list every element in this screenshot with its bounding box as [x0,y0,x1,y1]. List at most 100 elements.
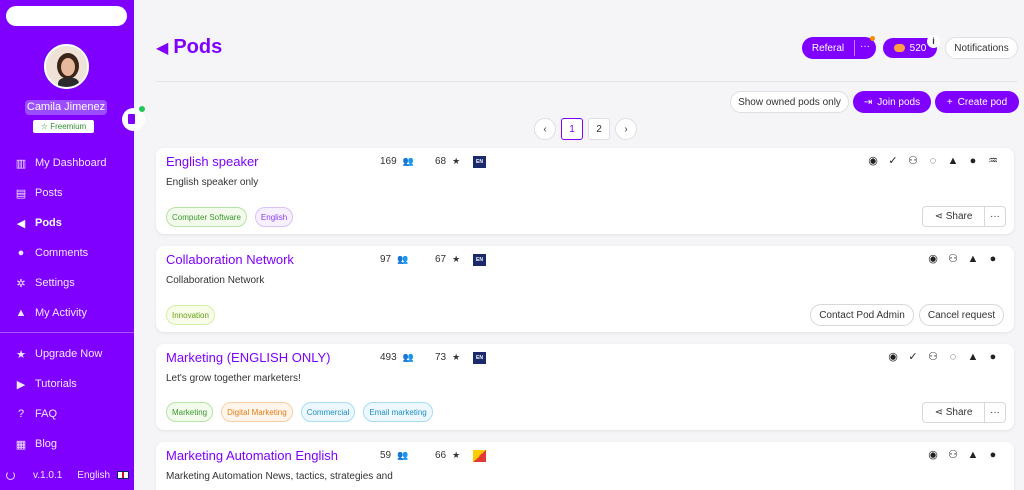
thumbs-up-icon[interactable]: ▲ [946,154,960,168]
sidebar-item-settings[interactable]: ✲ Settings [0,268,134,298]
sidebar-item-faq[interactable]: ? FAQ [0,399,134,429]
sidebar-item-label: FAQ [35,408,58,420]
show-owned-pods-button[interactable]: Show owned pods only [730,91,849,113]
info-icon[interactable]: i [927,35,940,48]
referral-more-button[interactable]: ··· [860,41,870,52]
referral-label: Referal [811,42,845,54]
thumbs-up-icon[interactable]: ▲ [966,252,980,266]
star-icon: ★ [452,450,461,460]
pod-members-count: 493 👥 [380,352,414,363]
pod-description: Marketing Automation News, tactics, stra… [166,471,393,482]
sidebar-item-tutorials[interactable]: ▶ Tutorials [0,369,134,399]
eye-icon[interactable]: ◉ [926,252,940,266]
check-icon[interactable]: ✓ [886,154,900,168]
pod-engagement-icons: ◉ ✓ ⚇ ◌ ▲ ● ♒ [866,154,1000,168]
comment-icon[interactable]: ● [966,154,980,168]
sidebar-search-input[interactable] [6,6,127,26]
sidebar-item-pods[interactable]: ◀ Pods [0,208,134,238]
chart-icon: ▥ [15,157,27,170]
pagination-page-2[interactable]: 2 [588,118,610,140]
pod-tags: Innovation [166,305,215,325]
pod-tags: Computer Software English [166,207,294,227]
stars-value: 67 [435,254,447,265]
more-options-button[interactable]: ··· [985,207,1005,226]
members-value: 169 [380,156,397,167]
user-check-icon[interactable]: ⚇ [926,350,940,364]
sidebar-item-upgrade[interactable]: ★ Upgrade Now [0,339,134,369]
tag: Innovation [166,305,215,325]
sidebar-item-comments[interactable]: ● Comments [0,238,134,268]
pod-title[interactable]: Marketing (ENGLISH ONLY) [166,350,330,365]
pagination-prev-button[interactable]: ‹ [534,118,556,140]
contact-pod-admin-button[interactable]: Contact Pod Admin [810,304,914,326]
tag: Email marketing [363,402,433,422]
cancel-request-button[interactable]: Cancel request [919,304,1004,326]
star-icon: ★ [452,352,461,362]
gear-icon: ✲ [16,277,26,290]
pod-card: Collaboration Network 97 👥 67 ★ EN Collabo… [156,246,1014,332]
members-value: 97 [380,254,392,265]
user-check-icon[interactable]: ⚇ [946,448,960,462]
notifications-button[interactable]: Notifications [945,37,1018,59]
comment-icon[interactable]: ● [986,252,1000,266]
pod-description: English speaker only [166,177,259,188]
pod-title[interactable]: Marketing Automation English [166,448,338,463]
pod-description: Let's grow together marketers! [166,373,301,384]
pod-stars-count: 67 ★ [435,254,460,265]
thumbs-up-icon[interactable]: ▲ [966,350,980,364]
pagination-page-1[interactable]: 1 [561,118,583,140]
share-label: Share [945,211,973,222]
pod-stars-count: 68 ★ [435,156,460,167]
sidebar-item-label: My Activity [35,307,87,319]
pod-title[interactable]: Collaboration Network [166,252,294,267]
sidebar-item-label: Blog [35,438,58,450]
share-label: Share [945,407,973,418]
pod-engagement-icons: ◉ ⚇ ▲ ● [926,448,1000,462]
check-icon[interactable]: ✓ [906,350,920,364]
clap-icon[interactable]: ♒ [986,154,1000,168]
eye-icon[interactable]: ◉ [866,154,880,168]
pod-title[interactable]: English speaker [166,154,259,169]
members-value: 59 [380,450,392,461]
sidebar: Camila Jimenez ☆ Freemium ▥ My Dashboard … [0,0,145,490]
sidebar-item-blog[interactable]: ▦ Blog [0,429,134,459]
header-divider [156,81,1018,82]
join-pods-button[interactable]: ⇥ Join pods [853,91,931,113]
comment-icon[interactable]: ● [986,350,1000,364]
star-icon: ★ [452,156,461,166]
plan-badge[interactable]: ☆ Freemium [33,120,94,133]
star-icon: ★ [16,348,26,361]
page-title: ◀ Pods [156,36,222,59]
sidebar-item-posts[interactable]: ▤ Posts [0,178,134,208]
reply-icon[interactable]: ◌ [946,350,960,364]
pagination-next-button[interactable]: › [615,118,637,140]
megaphone-icon: ◀ [16,217,26,230]
share-button[interactable]: ⋖ Share [923,207,985,226]
comment-icon[interactable]: ● [986,448,1000,462]
members-value: 493 [380,352,397,363]
tag: Digital Marketing [221,402,293,422]
more-options-button[interactable]: ··· [985,403,1005,422]
referral-button[interactable]: Referal ··· [802,37,876,59]
version-label: v.1.0.1 [33,469,63,481]
create-pod-button[interactable]: + Create pod [935,91,1019,113]
eye-icon[interactable]: ◉ [926,448,940,462]
language-selector[interactable]: English [77,470,110,481]
thumbs-up-icon[interactable]: ▲ [966,448,980,462]
pod-description: Collaboration Network [166,275,265,286]
eye-icon[interactable]: ◉ [886,350,900,364]
share-button[interactable]: ⋖ Share [923,403,985,422]
user-check-icon[interactable]: ⚇ [946,252,960,266]
pod-engagement-icons: ◉ ⚇ ▲ ● [926,252,1000,266]
sidebar-item-label: Settings [35,277,75,289]
sidebar-item-activity[interactable]: ▲ My Activity [0,298,134,328]
sidebar-item-label: My Dashboard [35,157,107,169]
reply-icon[interactable]: ◌ [926,154,940,168]
pod-members-count: 59 👥 [380,450,408,461]
sidebar-item-label: Comments [35,247,89,259]
user-check-icon[interactable]: ⚇ [906,154,920,168]
sidebar-item-dashboard[interactable]: ▥ My Dashboard [0,148,134,178]
avatar[interactable] [44,44,89,89]
pod-card: English speaker 169 👥 68 ★ EN English spea… [156,148,1014,234]
language-flag-icon: EN [473,352,486,364]
